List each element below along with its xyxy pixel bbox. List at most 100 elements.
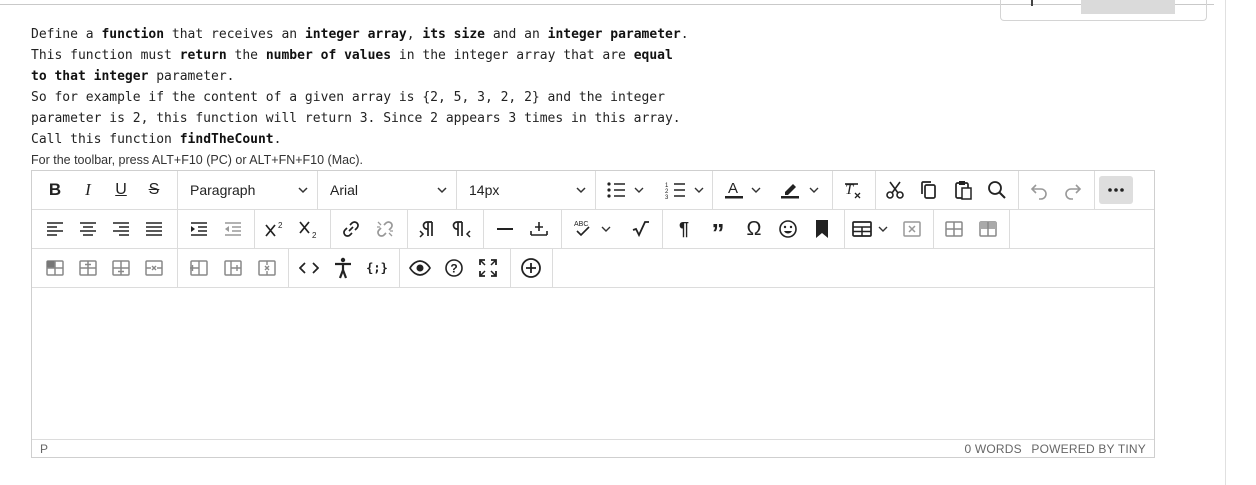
blockquote-button[interactable]: ” [703,215,733,246]
element-path[interactable]: P [40,442,48,456]
question-line: parameter is 2, this function will retur… [31,108,689,129]
remove-link-button[interactable] [370,215,400,243]
text-color-button[interactable]: A [718,176,764,204]
rtl-direction-button[interactable] [447,215,477,243]
find-replace-button[interactable] [982,176,1012,204]
special-character-button[interactable]: Ω [737,215,771,243]
fullscreen-button[interactable] [473,254,503,282]
toolbar-separator [1009,210,1010,248]
page-break-button[interactable] [524,215,554,243]
toolbar-row-2: 2 2 ABC ¶ ” Ω [32,210,1154,249]
paste-button[interactable] [948,176,978,204]
strikethrough-button[interactable]: S [139,176,169,204]
underline-icon: U [115,181,127,198]
highlight-color-button[interactable] [774,176,822,204]
show-blocks-button[interactable]: ¶ [669,215,699,243]
scissors-icon [886,181,904,199]
align-left-button[interactable] [40,215,70,243]
question-bold-text: integer parameter [547,27,681,42]
table-cell-properties-button[interactable] [973,215,1003,243]
table-insert-column-before-button[interactable] [184,254,214,282]
table-insert-column-button[interactable] [106,254,136,282]
cut-button[interactable] [880,176,910,204]
question-text-segment: . [680,27,689,42]
editor-content-area[interactable] [32,288,1154,439]
code-icon [299,262,319,274]
question-text-segment: Define a [31,27,102,42]
fullscreen-icon [479,259,497,277]
search-icon [988,181,1006,199]
word-count[interactable]: 0 WORDS [964,442,1021,456]
question-text-segment: parameter is 2, this function will retur… [31,111,681,126]
question-bold-text: to that integer [31,69,149,84]
toolbar-separator [254,210,255,248]
table-delete-row-button[interactable] [139,254,169,282]
toolbar-row-3: {;} ? [32,249,1154,288]
redo-button[interactable] [1058,176,1088,204]
question-line: Call this function findTheCount. [31,129,689,150]
numbered-list-button[interactable]: 1 2 3 [662,176,708,204]
delete-table-button[interactable] [897,215,927,243]
indent-button[interactable] [184,215,214,243]
table-insert-column-after-button[interactable] [218,254,248,282]
undo-button[interactable] [1024,176,1054,204]
copy-button[interactable] [914,176,944,204]
editor-status-bar: P 0 WORDS POWERED BY TINY [32,439,1154,458]
accessibility-checker-button[interactable] [328,254,358,282]
delete-table-icon [903,221,921,237]
insert-template-variable-button[interactable]: {;} [362,254,392,282]
table-button[interactable] [849,215,893,243]
align-center-button[interactable] [73,215,103,243]
table-row-icon [945,221,963,237]
ellipsis-icon [1108,188,1124,192]
table-column-insert-icon [112,260,130,276]
font-size-dropdown[interactable]: 14px [457,176,595,204]
align-right-button[interactable] [106,215,136,243]
subscript-button[interactable]: 2 [294,215,324,243]
page-scroll-rail[interactable] [1225,0,1226,485]
clear-formatting-button[interactable]: T [837,176,867,204]
justify-button[interactable] [139,215,169,243]
toolbar-separator [288,249,289,287]
source-code-button[interactable] [294,254,324,282]
table-row-properties-button[interactable] [939,215,969,243]
toolbar-separator [561,210,562,248]
italic-button[interactable]: I [73,176,103,204]
powered-by-link[interactable]: POWERED BY TINY [1031,442,1146,456]
question-bold-text: return [179,48,227,63]
more-toolbar-button[interactable] [1099,176,1133,204]
omega-icon: Ω [746,217,762,240]
underline-button[interactable]: U [106,176,136,204]
strikethrough-icon: S [148,181,160,198]
chevron-down-icon [298,187,308,194]
block-format-dropdown[interactable]: Paragraph [178,176,317,204]
rich-text-editor: B I U S Paragraph Arial 14px 1 2 3 A T 2… [31,170,1155,458]
question-text-segment: This function must [31,48,180,63]
align-right-icon [113,222,129,236]
superscript-button[interactable]: 2 [260,215,290,243]
question-bold-text: function [101,27,165,42]
math-equation-button[interactable] [626,215,656,243]
toolbar-separator [1094,171,1095,209]
toolbar-separator [399,249,400,287]
bookmark-icon [816,220,828,238]
table-insert-row-after-button[interactable] [73,254,103,282]
copy-icon [921,181,936,199]
bookmark-button[interactable] [807,215,837,243]
horizontal-line-button[interactable] [490,215,520,243]
table-delete-column-button[interactable] [252,254,282,282]
question-bold-text: its size [422,27,485,42]
bullet-list-button[interactable] [602,176,648,204]
spellcheck-button[interactable]: ABC [566,215,616,243]
table-insert-row-before-button[interactable] [40,254,70,282]
link-icon [343,221,359,237]
font-family-dropdown[interactable]: Arial [318,176,456,204]
preview-button[interactable] [405,254,435,282]
insert-link-button[interactable] [336,215,366,243]
ltr-direction-button[interactable] [413,215,443,243]
emoticons-button[interactable] [773,215,803,243]
outdent-button[interactable] [218,215,248,243]
insert-content-button[interactable] [516,254,546,282]
bold-button[interactable]: B [40,176,70,204]
help-button[interactable]: ? [439,254,469,282]
